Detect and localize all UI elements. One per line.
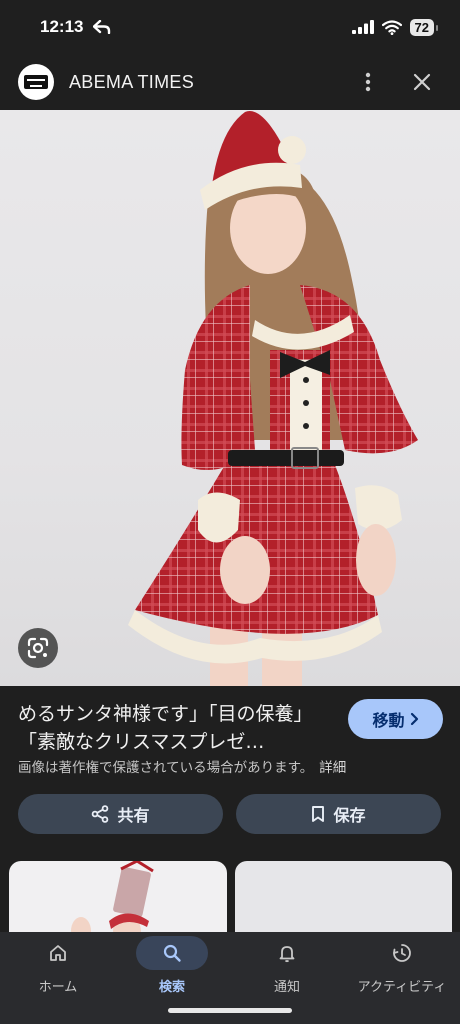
back-arrow-icon (93, 20, 111, 34)
nav-activity-pill (366, 936, 438, 970)
close-button[interactable] (402, 62, 442, 102)
visit-label: 移動 (372, 711, 405, 730)
nav-notifications[interactable]: 通知 (232, 936, 342, 995)
source-logo[interactable] (18, 64, 54, 100)
source-header: ABEMA TIMES (0, 54, 460, 110)
nav-search-label: 検索 (158, 980, 185, 995)
search-icon (163, 944, 181, 962)
share-icon (92, 805, 109, 823)
nav-activity[interactable]: アクティビティ (347, 936, 457, 995)
details-link[interactable]: 詳細 (319, 760, 346, 776)
santa-costume-photo (128, 111, 418, 686)
share-label: 共有 (117, 806, 150, 825)
source-name[interactable]: ABEMA TIMES (69, 72, 348, 93)
status-bar: 12:13 72 (0, 0, 460, 54)
home-icon (50, 945, 66, 961)
copyright-text: 画像は著作権で保護されている場合があります。 (18, 760, 314, 776)
save-button[interactable]: 保存 (236, 794, 441, 834)
visit-button[interactable]: 移動 (348, 699, 443, 739)
google-lens-button[interactable] (18, 628, 58, 668)
more-options-button[interactable] (348, 62, 388, 102)
result-image[interactable] (0, 110, 460, 686)
copyright-notice: 画像は著作権で保護されている場合があります。 詳細 (18, 756, 346, 776)
nav-home[interactable]: ホーム (3, 936, 113, 995)
nav-home-label: ホーム (38, 980, 78, 995)
activity-icon (393, 944, 411, 962)
signal-icon (351, 20, 374, 34)
nav-search[interactable]: 検索 (117, 936, 227, 995)
nav-search-pill (136, 936, 208, 970)
nav-home-pill (22, 936, 94, 970)
more-vert-icon (365, 72, 371, 92)
chevron-right-icon (410, 712, 418, 726)
bell-icon (279, 946, 295, 963)
status-right: 72 (351, 18, 439, 36)
share-button[interactable]: 共有 (18, 794, 223, 834)
home-indicator (168, 1008, 292, 1013)
status-time: 12:13 (40, 17, 84, 36)
nav-notifications-pill (251, 936, 323, 970)
lens-icon (27, 637, 49, 659)
nav-notifications-label: 通知 (273, 980, 300, 995)
result-title[interactable]: めるサンタ神様です」「目の保養」「素敵なクリスマスプレゼ… (18, 700, 328, 756)
close-icon (413, 73, 431, 91)
nav-activity-label: アクティビティ (357, 980, 447, 995)
status-left: 12:13 (40, 17, 111, 37)
wifi-icon (381, 19, 402, 35)
save-label: 保存 (333, 806, 366, 825)
bookmark-icon (312, 806, 325, 822)
battery-indicator: 72 (409, 18, 439, 36)
